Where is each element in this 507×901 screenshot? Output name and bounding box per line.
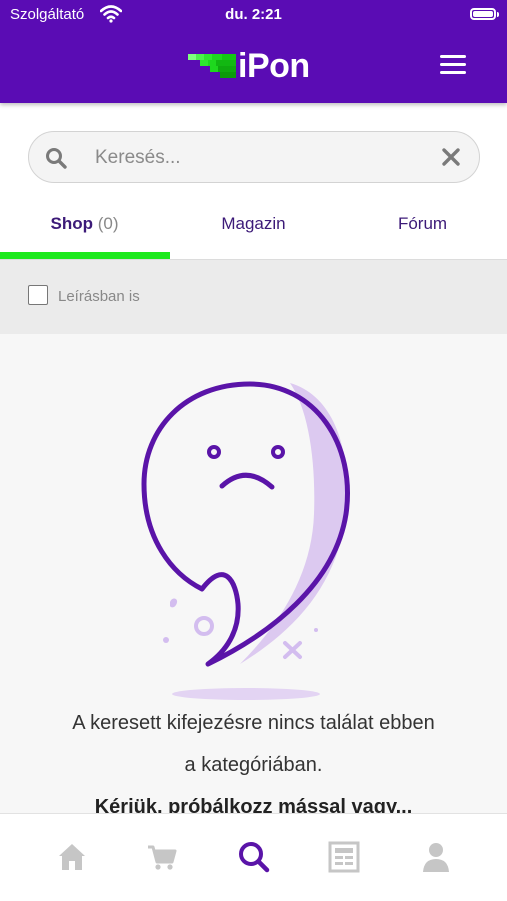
home-icon[interactable] [55, 840, 89, 874]
hamburger-menu-icon[interactable] [440, 55, 466, 75]
search-icon[interactable] [237, 840, 271, 874]
active-tab-indicator [0, 252, 170, 259]
profile-icon[interactable] [419, 840, 453, 874]
clock: du. 2:21 [225, 6, 282, 23]
tab-shop-count: (0) [97, 214, 119, 233]
logo-mark-icon [188, 54, 236, 78]
clear-search-icon[interactable] [441, 147, 461, 167]
news-icon[interactable] [327, 840, 361, 874]
app-header: Szolgáltató du. 2:21 iPon [0, 0, 507, 103]
filter-bar: Leírásban is [0, 260, 507, 334]
checkbox-label: Leírásban is [58, 288, 140, 305]
no-results-message-cont: a kategóriában. [184, 754, 323, 776]
search-icon [46, 148, 67, 169]
battery-icon [470, 8, 499, 20]
logo-text: iPon [238, 47, 310, 85]
ipon-logo[interactable]: iPon [188, 48, 310, 84]
tab-magazin[interactable]: Magazin [169, 203, 338, 260]
description-search-checkbox[interactable] [28, 285, 48, 305]
sad-ghost-illustration [141, 381, 350, 700]
cart-icon[interactable] [145, 840, 179, 874]
no-results-message: A keresett kifejezésre nincs találat ebb… [72, 712, 435, 734]
bottom-navigation [0, 813, 507, 901]
search-bar [28, 131, 480, 183]
status-bar: Szolgáltató du. 2:21 [0, 0, 507, 30]
empty-results: A keresett kifejezésre nincs találat ebb… [0, 334, 507, 818]
tab-shop-label: Shop [50, 214, 93, 233]
search-input[interactable] [93, 142, 427, 174]
tab-forum-label: Fórum [397, 214, 448, 233]
tab-forum[interactable]: Fórum [338, 203, 507, 260]
tab-magazin-label: Magazin [221, 214, 286, 233]
